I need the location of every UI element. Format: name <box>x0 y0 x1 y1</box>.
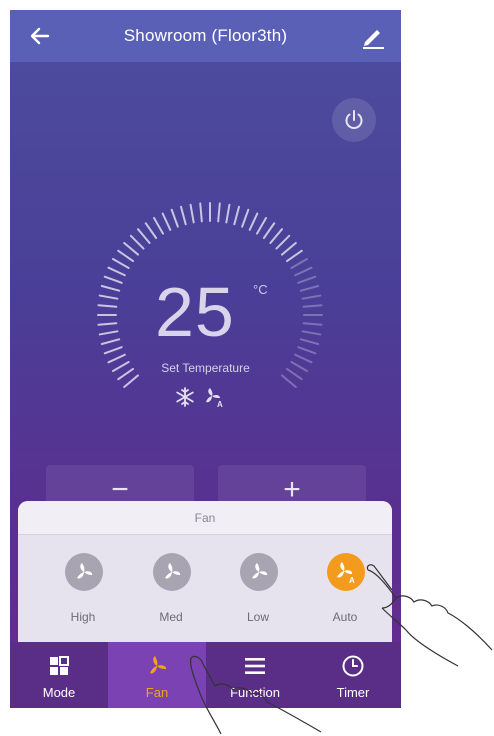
back-button[interactable] <box>26 22 54 50</box>
fan-options: High Med Low A Auto <box>18 535 392 649</box>
set-temperature-label: Set Temperature <box>161 361 250 375</box>
fan-icon <box>150 656 167 674</box>
dial-tick <box>189 203 195 224</box>
dial-tick <box>98 330 119 336</box>
dial-tick <box>286 249 303 263</box>
power-icon <box>345 110 363 129</box>
menu-lines-icon <box>245 658 265 674</box>
dial-tick <box>129 234 145 250</box>
dial-tick <box>98 294 119 300</box>
dial-tick <box>290 258 308 269</box>
nav-label: Timer <box>336 685 370 700</box>
dial-tick <box>97 304 118 308</box>
nav-label: Mode <box>42 685 76 700</box>
temperature-value: 25 <box>155 273 235 351</box>
dial-tick <box>241 208 250 228</box>
dial-tick <box>180 205 187 226</box>
dial-tick <box>170 208 179 228</box>
dial-tick <box>294 266 313 277</box>
nav-item-function[interactable]: Function <box>206 642 304 708</box>
fan-option-low[interactable]: Low <box>223 553 293 639</box>
svg-text:A: A <box>349 576 355 584</box>
edit-button[interactable] <box>359 22 387 50</box>
mode-grid-icon <box>50 656 69 675</box>
dial-tick <box>100 285 121 292</box>
dial-tick <box>112 258 130 269</box>
arrow-left-icon <box>30 27 50 45</box>
dial-tick <box>297 275 317 284</box>
nav-label: Fan <box>145 685 169 700</box>
dial-tick <box>275 234 291 250</box>
dial-tick <box>302 304 323 308</box>
dial-tick <box>302 322 323 326</box>
dial-tick <box>144 222 158 239</box>
dial-tick <box>103 275 123 284</box>
phone-screen: Showroom (Floor3th) 25 °C Set Temperatur… <box>10 10 401 708</box>
fan-option-label: Auto <box>332 610 358 624</box>
dial-tick <box>117 249 134 263</box>
svg-text:A: A <box>217 400 223 408</box>
nav-item-fan[interactable]: Fan <box>108 642 206 708</box>
clock-icon <box>342 655 364 677</box>
dial-tick <box>97 322 118 326</box>
temperature-unit: °C <box>253 282 268 297</box>
dial-tick <box>299 285 320 292</box>
nav-label: Function <box>230 685 280 700</box>
dial-tick <box>123 374 139 388</box>
dial-tick <box>199 202 203 223</box>
dial-tick <box>262 222 276 239</box>
fan-panel-title: Fan <box>194 510 216 525</box>
dial-tick <box>217 202 221 223</box>
fan-auto-icon: A <box>206 388 223 408</box>
fan-speed-icon <box>153 553 191 591</box>
fan-option-label: Low <box>246 610 269 624</box>
fan-option-label: Med <box>159 610 183 624</box>
dial-tick <box>281 374 297 388</box>
dial-tick <box>297 346 317 355</box>
fan-speed-icon <box>240 553 278 591</box>
fan-option-label: High <box>70 610 96 624</box>
current-mode-icons: A <box>174 386 226 408</box>
fan-auto-icon: A <box>327 553 365 591</box>
fan-option-med[interactable]: Med <box>136 553 206 639</box>
top-bar: Showroom (Floor3th) <box>10 10 401 62</box>
dial-tick <box>123 242 139 256</box>
dial-tick <box>269 228 283 244</box>
page-title: Showroom (Floor3th) <box>123 26 288 45</box>
dial-tick <box>107 266 126 277</box>
nav-item-timer[interactable]: Timer <box>304 642 401 708</box>
dial-tick <box>281 242 297 256</box>
dial-tick <box>100 338 121 345</box>
dial-tick <box>153 217 164 235</box>
pencil-icon <box>363 30 384 49</box>
fan-panel-header: Fan <box>18 501 392 535</box>
fan-option-high[interactable]: High <box>48 553 118 639</box>
fan-speed-panel: Fan High Med Low A Auto <box>18 501 392 649</box>
dial-tick <box>225 203 231 224</box>
dial-tick <box>137 228 151 244</box>
dial-tick <box>256 217 267 235</box>
dial-tick <box>233 205 240 226</box>
dial-tick <box>301 330 322 336</box>
power-button[interactable] <box>332 98 376 142</box>
dial-tick <box>301 294 322 300</box>
fan-speed-icon <box>65 553 103 591</box>
dial-tick <box>299 338 320 345</box>
nav-item-mode[interactable]: Mode <box>10 642 108 708</box>
fan-option-auto[interactable]: A Auto <box>310 553 380 639</box>
dial-tick <box>248 212 259 231</box>
dial-tick <box>161 212 172 231</box>
snowflake-icon <box>176 387 194 407</box>
bottom-nav: Mode Fan Function Timer <box>10 642 401 708</box>
dial-tick <box>103 346 123 355</box>
